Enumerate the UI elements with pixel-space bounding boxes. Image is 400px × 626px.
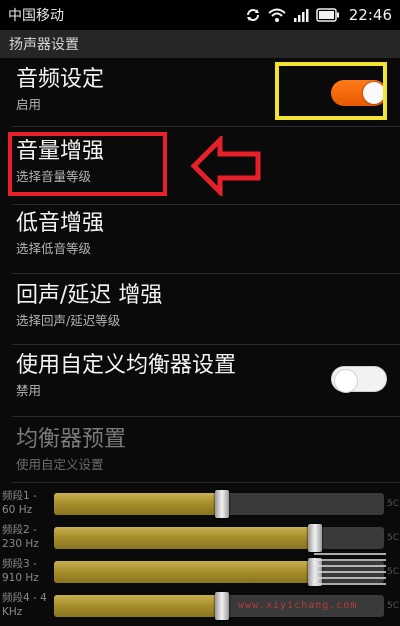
eq-band-label-line2: 230 Hz — [2, 538, 39, 550]
setting-title: 低音增强 — [16, 211, 105, 236]
highlight-box-yellow — [275, 62, 387, 120]
setting-subtitle: 使用自定义设置 — [16, 457, 104, 472]
divider — [12, 126, 400, 127]
signal-icon — [293, 8, 309, 22]
eq-band-label-line1: 频段1 - — [2, 490, 37, 502]
eq-slider-fill — [54, 493, 223, 515]
setting-subtitle: 选择回声/延迟等级 — [16, 313, 121, 328]
status-bar: 中国移动 22:46 — [0, 0, 400, 30]
eq-slider-track[interactable] — [54, 527, 384, 549]
battery-icon — [316, 8, 340, 22]
eq-slider-fill — [54, 595, 223, 617]
watermark: www.xiyichang.com — [238, 600, 358, 611]
eq-slider-fill — [54, 527, 315, 549]
setting-title: 回声/延迟 增强 — [16, 283, 163, 308]
screen: 中国移动 22:46 扬声器设置 音频设定 启用 音量增强 选择音量等级 低音增… — [0, 0, 400, 626]
wifi-icon — [268, 8, 286, 22]
eq-band-label: 频段1 - 60 Hz — [0, 489, 52, 517]
eq-band-label: 频段4 - 4 KHz — [0, 591, 52, 619]
eq-band-label: 频段2 - 230 Hz — [0, 523, 52, 551]
divider — [12, 344, 400, 345]
divider — [12, 204, 400, 205]
carrier-name: 中国移动 — [8, 8, 64, 24]
eq-end-label: 5C — [386, 601, 399, 611]
eq-band-label-line2: KHz — [2, 606, 23, 618]
divider — [12, 273, 400, 274]
eq-slider-thumb[interactable] — [215, 490, 230, 518]
toggle-knob — [334, 369, 358, 393]
eq-band-label-line2: 910 Hz — [2, 572, 39, 584]
drag-grip-icon — [314, 553, 386, 585]
highlight-box-red — [8, 132, 167, 196]
left-arrow-icon — [190, 136, 261, 196]
eq-band-2: 频段2 - 230 Hz 5C — [0, 523, 400, 553]
setting-title: 均衡器预置 — [16, 427, 127, 452]
setting-bass-boost[interactable]: 低音增强 选择低音等级 — [0, 210, 400, 258]
section-header: 扬声器设置 — [0, 30, 400, 58]
eq-band-1: 频段1 - 60 Hz 5C — [0, 489, 400, 519]
eq-band-label: 频段3 - 910 Hz — [0, 557, 52, 585]
status-icons: 22:46 — [245, 6, 392, 24]
eq-end-label: 5C — [386, 533, 399, 543]
eq-band-label-line1: 频段2 - — [2, 524, 37, 536]
eq-slider-fill — [54, 561, 315, 583]
eq-band-label-line2: 60 Hz — [2, 504, 33, 516]
eq-end-label: 5C — [386, 567, 399, 577]
eq-slider-thumb[interactable] — [307, 524, 322, 552]
eq-slider-thumb[interactable] — [215, 592, 230, 620]
custom-eq-toggle[interactable] — [331, 366, 387, 393]
eq-end-label: 5C — [386, 499, 399, 509]
sync-icon — [245, 7, 261, 23]
divider — [12, 482, 400, 483]
setting-eq-preset: 均衡器预置 使用自定义设置 — [0, 426, 400, 474]
setting-echo-delay[interactable]: 回声/延迟 增强 选择回声/延迟等级 — [0, 282, 400, 330]
eq-band-label-line1: 频段3 - — [2, 558, 37, 570]
setting-subtitle: 选择低音等级 — [16, 241, 92, 256]
status-clock: 22:46 — [348, 6, 392, 24]
divider — [12, 416, 400, 417]
eq-band-label-line1: 频段4 - 4 — [2, 592, 47, 604]
